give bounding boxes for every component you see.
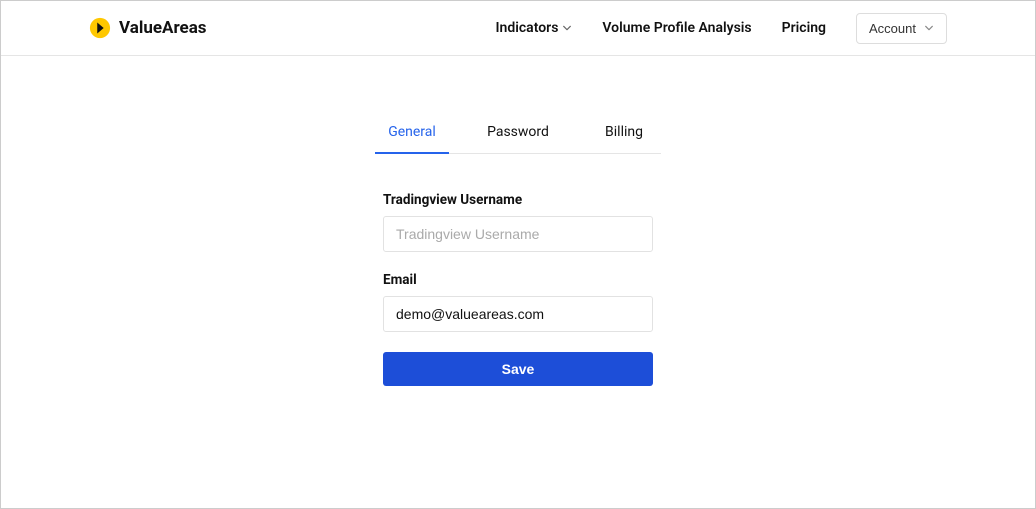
settings-tabs: General Password Billing [375,116,661,154]
email-input[interactable] [383,296,653,332]
chevron-down-icon [924,23,934,33]
nav-indicators-label: Indicators [496,20,559,36]
nav-volume-profile[interactable]: Volume Profile Analysis [602,20,751,36]
logo-icon [89,17,111,39]
account-button[interactable]: Account [856,13,947,44]
chevron-down-icon [562,23,572,33]
main-content: General Password Billing Tradingview Use… [1,56,1035,386]
brand-name: ValueAreas [119,18,207,38]
tab-general[interactable]: General [375,116,449,154]
save-button[interactable]: Save [383,352,653,386]
email-label: Email [383,272,653,288]
tab-billing[interactable]: Billing [587,116,661,153]
username-input[interactable] [383,216,653,252]
nav-pricing[interactable]: Pricing [782,20,826,36]
brand-logo[interactable]: ValueAreas [89,17,207,39]
nav-pricing-label: Pricing [782,20,826,36]
nav-volume-profile-label: Volume Profile Analysis [602,20,751,36]
tab-password[interactable]: Password [449,116,587,153]
username-label: Tradingview Username [383,192,653,208]
general-settings-form: Tradingview Username Email Save [383,192,653,386]
account-button-label: Account [869,21,916,36]
nav-indicators[interactable]: Indicators [496,20,573,36]
main-nav: Indicators Volume Profile Analysis Prici… [496,13,947,44]
header: ValueAreas Indicators Volume Profile Ana… [1,1,1035,56]
